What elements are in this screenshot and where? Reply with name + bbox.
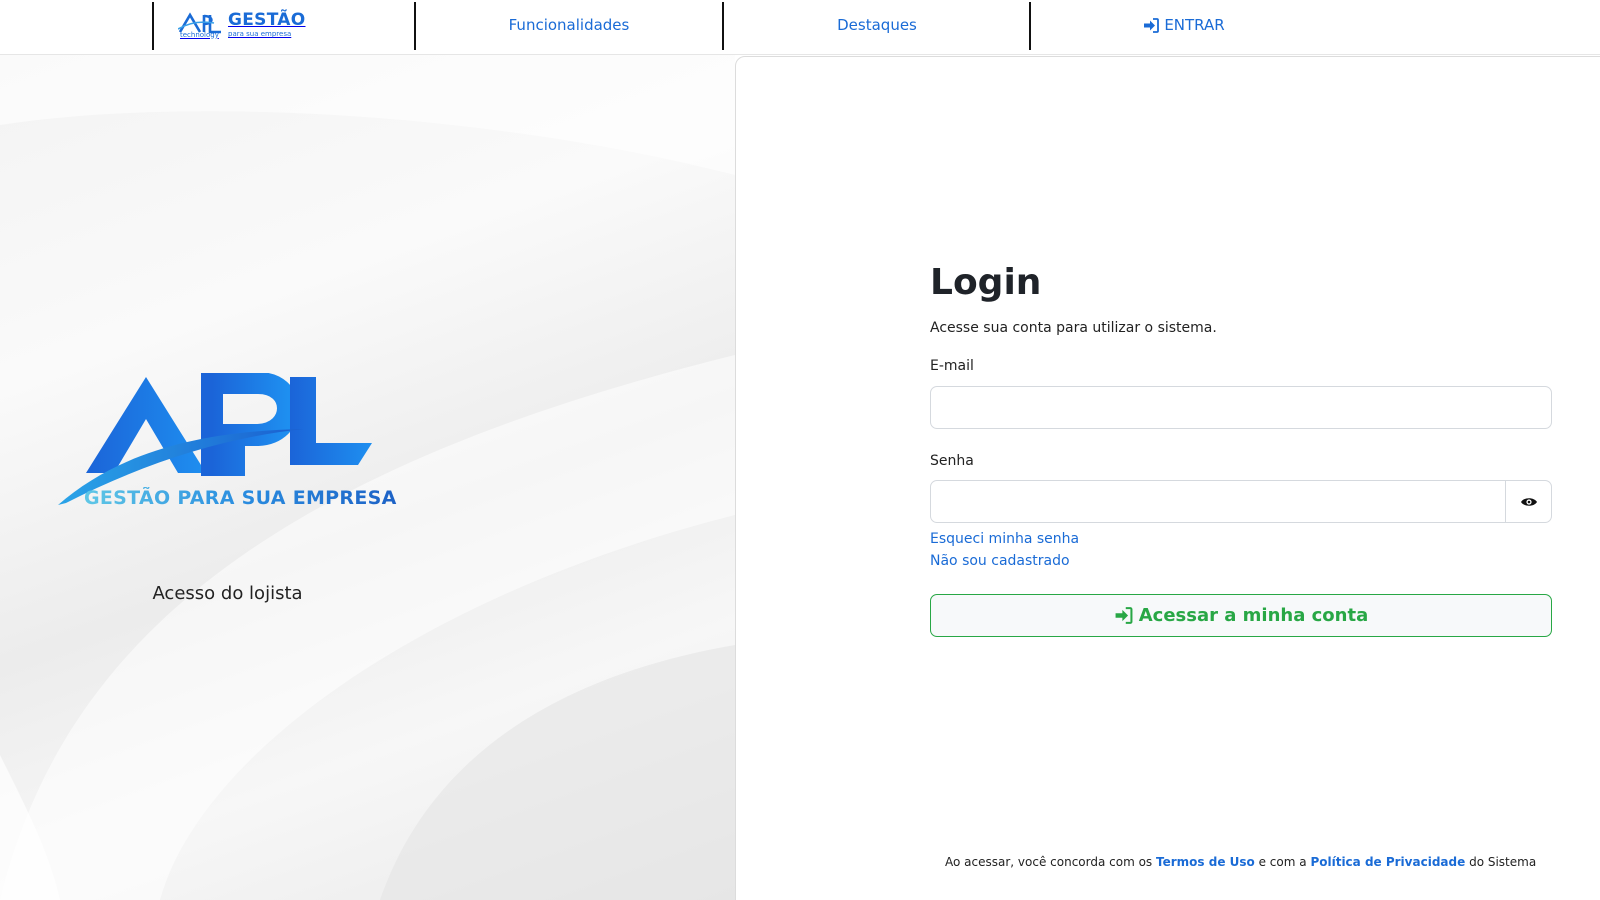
terms-text-3: do Sistema [1469, 855, 1537, 869]
left-hero-panel: GESTÃO PARA SUA EMPRESA Acesso do lojist… [0, 55, 735, 900]
register-link[interactable]: Não sou cadastrado [930, 553, 1070, 569]
login-card [735, 56, 1600, 900]
brand-subtitle: para sua empresa [228, 30, 292, 38]
panel-caption: Acesso do lojista [152, 583, 303, 604]
privacy-link[interactable]: Política de Privacidade [1310, 855, 1465, 869]
nav-label: ENTRAR [1164, 16, 1225, 34]
email-field[interactable] [930, 386, 1552, 429]
brand-logo[interactable]: technology GESTÃO para sua empresa [178, 8, 306, 42]
login-subtitle: Acesse sua conta para utilizar o sistema… [930, 320, 1217, 336]
brand-mini-sub: technology [180, 30, 219, 39]
sign-in-icon [1144, 17, 1160, 33]
password-label: Senha [930, 453, 974, 469]
mini-apl-logo: technology [178, 11, 222, 39]
email-label: E-mail [930, 358, 974, 374]
eye-icon [1520, 497, 1537, 506]
logo-tagline: GESTÃO PARA SUA EMPRESA [84, 487, 397, 509]
nav-destaques[interactable]: Destaques [724, 0, 1030, 50]
page-title: Login [930, 262, 1042, 303]
brand-title: GESTÃO [228, 10, 306, 30]
password-field[interactable] [930, 480, 1506, 523]
sign-in-icon [1115, 607, 1133, 624]
toggle-password-button[interactable] [1506, 480, 1552, 523]
terms-link[interactable]: Termos de Uso [1156, 855, 1255, 869]
nav-label: Destaques [837, 16, 917, 34]
terms-text-2: e com a [1258, 855, 1307, 869]
forgot-password-link[interactable]: Esqueci minha senha [930, 531, 1079, 547]
login-submit-button[interactable]: Acessar a minha conta [930, 594, 1552, 637]
terms-notice: Ao acessar, você concorda com os Termos … [945, 855, 1536, 869]
nav-label: Funcionalidades [508, 16, 630, 34]
brand-text: GESTÃO para sua empresa [228, 12, 306, 38]
nav-entrar[interactable]: ENTRAR [1031, 0, 1337, 50]
nav-divider [152, 2, 154, 50]
terms-text-1: Ao acessar, você concorda com os [945, 855, 1153, 869]
submit-label: Acessar a minha conta [1138, 605, 1369, 626]
top-navbar: technology GESTÃO para sua empresa Funci… [0, 0, 1600, 55]
nav-funcionalidades[interactable]: Funcionalidades [416, 0, 722, 50]
